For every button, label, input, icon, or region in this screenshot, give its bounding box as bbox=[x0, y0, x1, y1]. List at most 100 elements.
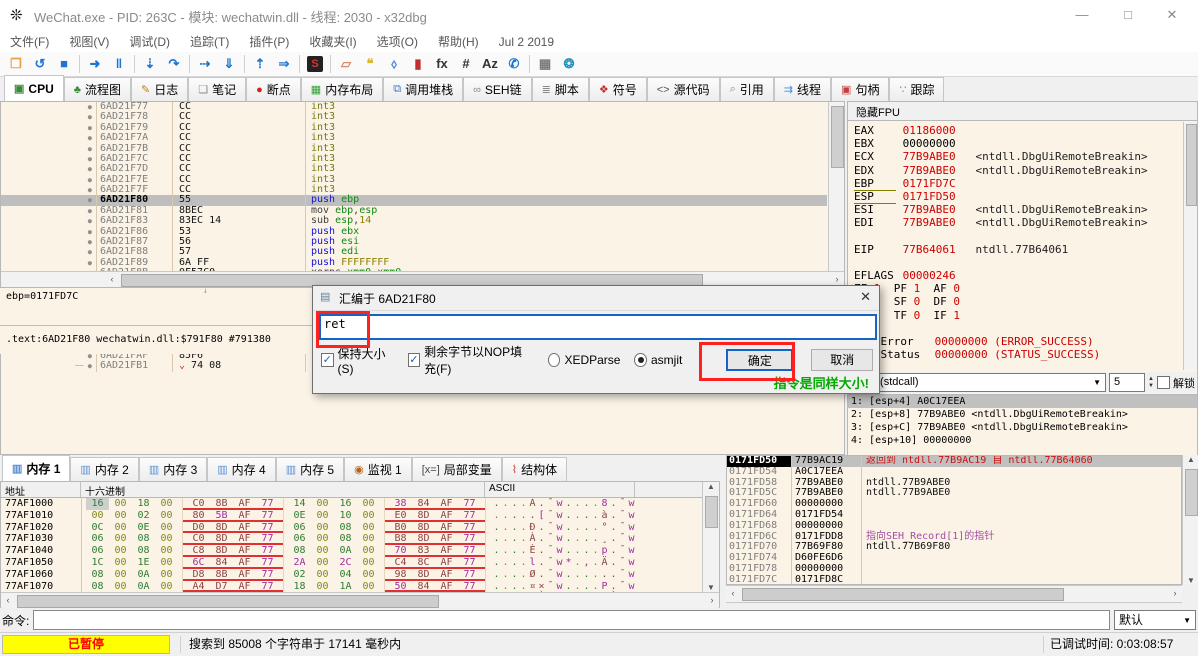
menu-item-选项O[interactable]: 选项(O) bbox=[367, 30, 428, 53]
stack-row[interactable]: 0171FD54A0C17EEA bbox=[727, 467, 1181, 478]
bookmarks-icon[interactable]: ▮ bbox=[406, 54, 430, 74]
menu-item-调试D[interactable]: 调试(D) bbox=[119, 30, 180, 53]
cancel-button[interactable]: 取消 bbox=[811, 349, 873, 371]
pause-icon[interactable]: ‖ bbox=[107, 54, 131, 74]
breakpoint-dot-icon[interactable]: ● bbox=[1, 102, 97, 112]
dump-row[interactable]: 77AF10200C000E00D08DAF7706000800B08DAF77… bbox=[1, 522, 701, 534]
assemble-instruction-input[interactable]: ret bbox=[319, 314, 877, 340]
breakpoint-dot-icon[interactable]: ● bbox=[1, 206, 97, 216]
menu-item-帮助H[interactable]: 帮助(H) bbox=[428, 30, 489, 53]
close-button[interactable]: ✕ bbox=[1152, 4, 1192, 26]
unlock-checkbox[interactable] bbox=[1157, 376, 1170, 389]
nop-fill-checkbox[interactable]: ✓ bbox=[408, 353, 421, 367]
breakpoint-dot-icon[interactable]: ● bbox=[1, 144, 97, 154]
breakpoint-dot-icon[interactable]: ● bbox=[1, 133, 97, 143]
hide-fpu-button[interactable]: 隐藏FPU bbox=[848, 102, 1197, 121]
hash-icon[interactable]: # bbox=[454, 54, 478, 74]
dump-row[interactable]: 77AF100016001800C08BAF77140016003884AF77… bbox=[1, 498, 701, 510]
breakpoint-dot-icon[interactable]: ● bbox=[1, 185, 97, 195]
step-out-icon[interactable]: ⇡ bbox=[248, 54, 272, 74]
stack-row[interactable]: 0171FD7C0171FD8C bbox=[727, 575, 1181, 585]
help-globe-icon[interactable]: ❂ bbox=[557, 54, 581, 74]
restart-icon[interactable]: ↺ bbox=[28, 54, 52, 74]
tab-源代码[interactable]: <>源代码 bbox=[647, 77, 720, 101]
stack-panel[interactable]: 0171FD5077B9AC19返回到 ntdll.77B9AC19 自 ntd… bbox=[726, 455, 1182, 585]
menu-item-文件F[interactable]: 文件(F) bbox=[0, 30, 59, 53]
breakpoint-dot-icon[interactable]: ● bbox=[1, 123, 97, 133]
argument-row[interactable]: 2: [esp+8] 77B9ABE0 <ntdll.DbgUiRemoteBr… bbox=[848, 408, 1197, 421]
tab-内存 1[interactable]: ▥内存 1 bbox=[2, 455, 70, 481]
tab-调用堆栈[interactable]: ⧉调用堆栈 bbox=[383, 77, 463, 101]
dialog-title-bar[interactable]: ▤ 汇编于 6AD21F80 ✕ bbox=[313, 286, 879, 311]
keep-size-checkbox[interactable]: ✓ bbox=[321, 353, 334, 367]
menu-item-Jul22019[interactable]: Jul 2 2019 bbox=[489, 32, 564, 52]
breakpoint-dot-icon[interactable]: ● bbox=[1, 237, 97, 247]
breakpoint-dot-icon[interactable]: ● bbox=[1, 227, 97, 237]
dump-row[interactable]: 77AF10501C001E006C84AF772A002C00C48CAF77… bbox=[1, 557, 701, 569]
command-profile-select[interactable]: 默认▼ bbox=[1114, 610, 1196, 630]
menu-item-追踪T[interactable]: 追踪(T) bbox=[180, 30, 239, 53]
tab-内存布局[interactable]: ▦内存布局 bbox=[301, 77, 383, 101]
argument-row[interactable]: 4: [esp+10] 00000000 bbox=[848, 434, 1197, 447]
spinner-arrows-icon[interactable]: ▲▼ bbox=[1148, 376, 1154, 390]
maximize-button[interactable]: □ bbox=[1108, 4, 1148, 26]
ok-button[interactable]: 确定 bbox=[726, 349, 793, 371]
seh-icon[interactable]: S bbox=[307, 56, 323, 72]
stack-hscrollbar[interactable]: ‹› bbox=[726, 585, 1182, 603]
dump-row[interactable]: 77AF103006000800C08DAF7706000800B88DAF77… bbox=[1, 533, 701, 545]
dump-vscrollbar[interactable]: ▲▼ bbox=[702, 482, 719, 592]
arguments-list[interactable]: 1: [esp+4] A0C17EEA2: [esp+8] 77B9ABE0 <… bbox=[848, 394, 1197, 455]
tab-监视 1[interactable]: ◉监视 1 bbox=[344, 457, 412, 481]
run-icon[interactable]: ➜ bbox=[83, 54, 107, 74]
step-over-icon[interactable]: ↷ bbox=[162, 54, 186, 74]
breakpoint-dot-icon[interactable]: ● bbox=[1, 175, 97, 185]
tab-断点[interactable]: ●断点 bbox=[246, 77, 301, 101]
argument-row[interactable]: 1: [esp+4] A0C17EEA bbox=[848, 395, 1197, 408]
labels-icon[interactable]: ⬨ bbox=[382, 54, 406, 74]
step-into-icon[interactable]: ⇣ bbox=[138, 54, 162, 74]
menu-item-收藏夹I[interactable]: 收藏夹(I) bbox=[299, 30, 366, 53]
tab-日志[interactable]: ✎日志 bbox=[131, 77, 188, 101]
run-to-user-code-icon[interactable]: ⇓ bbox=[217, 54, 241, 74]
asmjit-radio[interactable] bbox=[634, 353, 647, 367]
memory-dump-panel[interactable]: 地址 十六进制 ASCII 77AF100016001800C08BAF7714… bbox=[0, 481, 720, 608]
stop-icon[interactable]: ■ bbox=[52, 54, 76, 74]
tab-引用[interactable]: ⌕引用 bbox=[720, 77, 774, 101]
menu-item-视图V[interactable]: 视图(V) bbox=[59, 30, 119, 53]
run-to-cursor-icon[interactable]: ⇒ bbox=[272, 54, 296, 74]
command-input[interactable] bbox=[33, 610, 1110, 630]
comments-icon[interactable]: ❝ bbox=[358, 54, 382, 74]
breakpoint-dot-icon[interactable]: ● bbox=[1, 216, 97, 226]
tab-脚本[interactable]: ≣脚本 bbox=[532, 77, 589, 101]
registers-vscrollbar[interactable] bbox=[1183, 122, 1197, 370]
disasm-row[interactable]: ●6AD21F7ACCint3 bbox=[1, 133, 827, 143]
dialog-close-icon[interactable]: ✕ bbox=[860, 289, 871, 305]
dump-row[interactable]: 77AF104006000800C88DAF7708000A007083AF77… bbox=[1, 545, 701, 557]
calling-convention-select[interactable]: 默认 (stdcall)▼ bbox=[850, 373, 1106, 392]
functions-icon[interactable]: fx bbox=[430, 54, 454, 74]
tab-结构体[interactable]: ⌇结构体 bbox=[502, 457, 567, 481]
dump-row[interactable]: 77AF107008000A00A4D7AF7718001A005084AF77… bbox=[1, 581, 701, 593]
disasm-row[interactable]: ●6AD21F8383EC 14sub esp,14 bbox=[1, 216, 827, 226]
open-file-icon[interactable]: ❐ bbox=[4, 54, 28, 74]
arg-depth-spinner[interactable]: 5 bbox=[1109, 373, 1145, 392]
modules-icon[interactable]: ✆ bbox=[502, 54, 526, 74]
dump-row[interactable]: 77AF101000000200805BAF770E001000E08DAF77… bbox=[1, 510, 701, 522]
dump-row[interactable]: 77AF106008000A00D88BAF7702000400988DAF77… bbox=[1, 569, 701, 581]
registers-list[interactable]: EAX 01186000EBX 00000000ECX 77B9ABE0 <nt… bbox=[854, 124, 1184, 372]
minimize-button[interactable]: — bbox=[1062, 4, 1102, 26]
strings-icon[interactable]: Aᴢ bbox=[478, 54, 502, 74]
xedparse-radio[interactable] bbox=[548, 353, 561, 367]
argument-row[interactable]: 3: [esp+C] 77B9ABE0 <ntdll.DbgUiRemoteBr… bbox=[848, 421, 1197, 434]
stack-row[interactable]: 0171FD6800000000 bbox=[727, 521, 1181, 532]
breakpoint-dot-icon[interactable]: ● bbox=[1, 112, 97, 122]
calculator-icon[interactable]: ▦ bbox=[533, 54, 557, 74]
tab-符号[interactable]: ❖符号 bbox=[589, 77, 647, 101]
patches-icon[interactable]: ▱ bbox=[334, 54, 358, 74]
tab-SEH链[interactable]: ∞SEH链 bbox=[463, 77, 532, 101]
tab-内存 4[interactable]: ▥内存 4 bbox=[207, 457, 275, 481]
execute-till-return-icon[interactable]: ⇢ bbox=[193, 54, 217, 74]
tab-线程[interactable]: ⇉线程 bbox=[774, 77, 831, 101]
tab-局部变量[interactable]: [x=]局部变量 bbox=[412, 457, 502, 481]
breakpoint-dot-icon[interactable]: ● bbox=[1, 195, 97, 205]
